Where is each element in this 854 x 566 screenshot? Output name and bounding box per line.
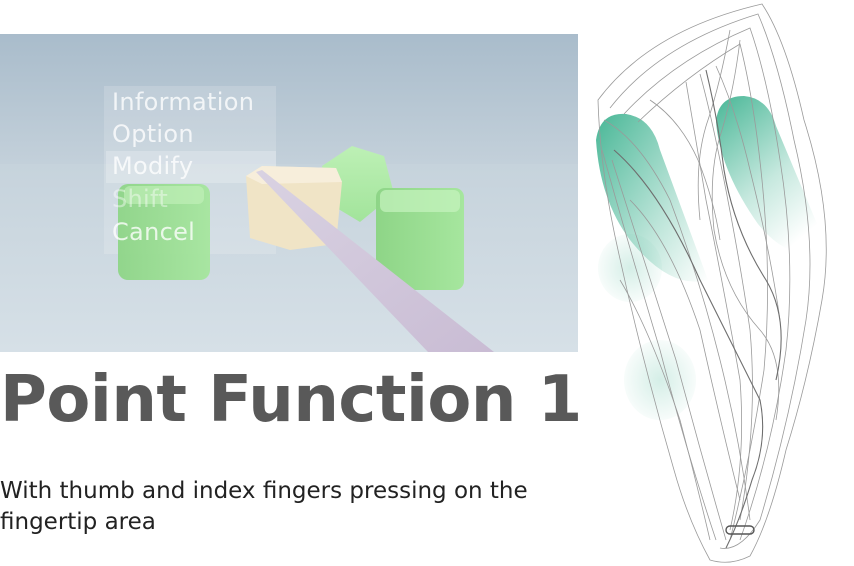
index-press-area [716,96,828,254]
menu-item-cancel[interactable]: Cancel [112,218,195,246]
vr-scene-svg [0,34,578,352]
scene-wall [0,34,578,164]
page-title: Point Function 1 [0,363,582,437]
menu-item-modify[interactable]: Modify [112,152,193,180]
green-cube-right-top [380,190,460,212]
menu-item-shift[interactable]: Shift [112,185,168,213]
controller-wireframe-illustration [590,0,854,566]
menu-item-information[interactable]: Information [112,88,254,116]
controller-wireframe-svg [596,3,828,563]
menu-item-option[interactable]: Option [112,120,194,148]
palm-shadow [624,340,696,420]
description-text: With thumb and index fingers pressing on… [0,478,528,535]
thumb-shadow [598,234,662,302]
vr-scene-image: Information Option Modify Shift Cancel [0,34,578,352]
